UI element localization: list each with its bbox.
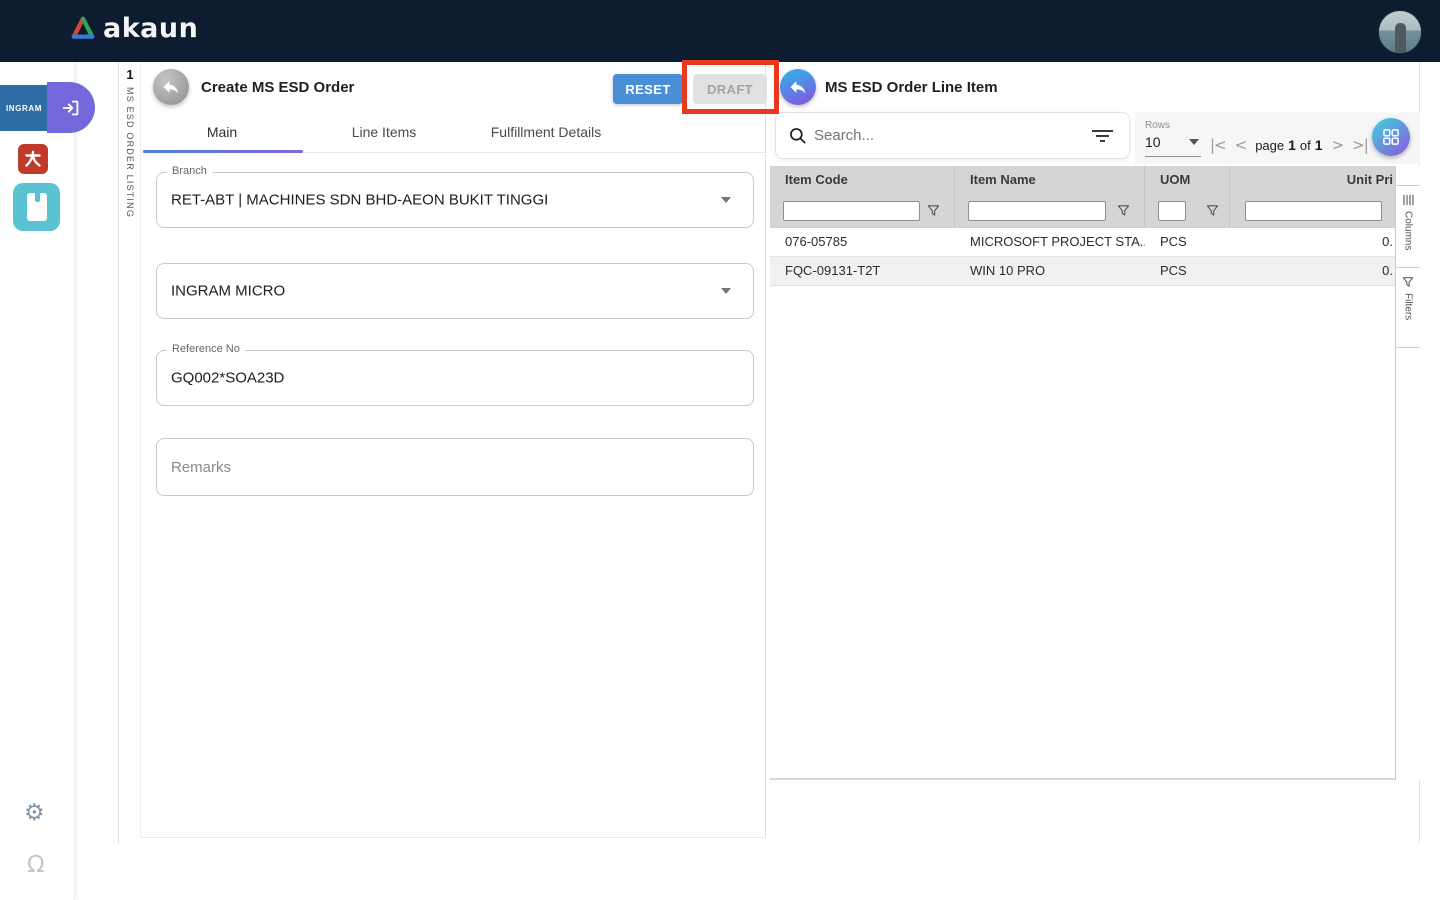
door-app-tile[interactable] xyxy=(13,183,60,231)
cell-item-name: MICROSOFT PROJECT STA... xyxy=(955,228,1145,256)
last-page-icon[interactable]: >| xyxy=(1352,136,1368,154)
dahua-character-icon xyxy=(23,149,43,169)
line-item-panel: MS ESD Order Line Item Rows 10 |< < page… xyxy=(770,62,1420,843)
chevron-down-icon xyxy=(721,197,731,203)
table-row[interactable]: FQC-09131-T2T WIN 10 PRO PCS 0. xyxy=(770,257,1395,286)
filter-funnel-icon xyxy=(1402,276,1414,288)
column-header-item-code[interactable]: Item Code xyxy=(770,166,955,194)
supplier-value: INGRAM MICRO xyxy=(171,283,285,300)
search-box xyxy=(775,112,1130,159)
rows-value: 10 xyxy=(1145,134,1161,150)
pagination: |< < page 1 of 1 > >| xyxy=(1210,132,1368,158)
login-app-tab[interactable] xyxy=(47,82,95,133)
cell-unit-price: 0. xyxy=(1230,228,1395,256)
current-page-number: 1 xyxy=(1288,137,1296,153)
ingram-logo-text: INGRAM xyxy=(6,104,42,113)
layout-grid-button[interactable] xyxy=(1372,118,1410,156)
line-item-back-button[interactable] xyxy=(780,69,816,105)
avatar-photo xyxy=(1395,23,1406,53)
supplier-select[interactable]: INGRAM MICRO xyxy=(156,263,754,319)
first-page-icon[interactable]: |< xyxy=(1210,136,1226,154)
column-header-item-name[interactable]: Item Name xyxy=(955,166,1145,194)
module-vertical-tab[interactable]: 1 MS ESD ORDER LISTING xyxy=(118,62,140,843)
filter-list-icon[interactable] xyxy=(1091,130,1113,142)
reference-no-field[interactable]: Reference No GQ002*SOA23D xyxy=(156,350,754,406)
line-item-header: MS ESD Order Line Item xyxy=(770,62,1419,112)
table-header-row: Item Code Item Name UOM Unit Pri xyxy=(770,166,1395,194)
reset-button[interactable]: RESET xyxy=(613,74,683,104)
branch-select[interactable]: Branch RET-ABT | MACHINES SDN BHD-AEON B… xyxy=(156,172,754,228)
cell-uom: PCS xyxy=(1145,228,1230,256)
table-row[interactable]: 076-05785 MICROSOFT PROJECT STA... PCS 0… xyxy=(770,228,1395,257)
left-icon-rail: INGRAM ⚙ Ω xyxy=(0,62,75,900)
order-tabs: Main Line Items Fulfillment Details xyxy=(141,112,767,153)
topbar: akaun xyxy=(0,0,1440,62)
table-filter-row xyxy=(770,194,1395,228)
filter-input-item-name[interactable] xyxy=(968,201,1106,221)
page-status: page 1 of 1 xyxy=(1255,137,1322,153)
chevron-down-icon xyxy=(1189,139,1199,145)
module-tab-label: MS ESD ORDER LISTING xyxy=(125,87,135,218)
back-arrow-icon xyxy=(161,77,181,97)
cell-uom: PCS xyxy=(1145,257,1230,285)
column-header-uom[interactable]: UOM xyxy=(1145,166,1230,194)
filter-funnel-icon[interactable] xyxy=(1206,204,1219,217)
filters-tab-label: Filters xyxy=(1403,293,1414,320)
cell-item-name: WIN 10 PRO xyxy=(955,257,1145,285)
draft-button[interactable]: DRAFT xyxy=(693,74,767,104)
remarks-field[interactable] xyxy=(156,438,754,496)
rows-label: Rows xyxy=(1145,120,1170,131)
user-avatar[interactable] xyxy=(1378,10,1422,54)
cell-item-code: FQC-09131-T2T xyxy=(770,257,955,285)
tab-fulfillment-details[interactable]: Fulfillment Details xyxy=(465,112,627,152)
profile-person-icon[interactable]: Ω xyxy=(27,852,45,878)
columns-icon xyxy=(1402,194,1415,206)
filters-side-tab[interactable]: Filters xyxy=(1396,268,1420,348)
login-icon xyxy=(60,97,82,119)
back-arrow-icon xyxy=(788,77,808,97)
cell-unit-price: 0. xyxy=(1230,257,1395,285)
akaun-triangle-icon xyxy=(70,15,96,42)
ingram-app-tile[interactable]: INGRAM xyxy=(0,85,48,131)
door-icon xyxy=(27,193,47,221)
remarks-input[interactable] xyxy=(157,439,753,495)
reference-no-label: Reference No xyxy=(167,343,245,355)
dahua-app-tile[interactable] xyxy=(18,144,48,174)
create-order-header: Create MS ESD Order RESET DRAFT xyxy=(141,62,765,112)
grid-icon xyxy=(1381,127,1401,147)
module-tab-count: 1 xyxy=(119,67,141,82)
prev-page-icon[interactable]: < xyxy=(1235,136,1247,154)
column-header-unit-price[interactable]: Unit Pri xyxy=(1230,166,1395,194)
active-tab-indicator xyxy=(143,150,303,153)
filter-funnel-icon[interactable] xyxy=(927,204,940,217)
branch-value: RET-ABT | MACHINES SDN BHD-AEON BUKIT TI… xyxy=(171,192,548,209)
tab-main[interactable]: Main xyxy=(141,112,303,152)
back-button[interactable] xyxy=(153,69,189,105)
filter-input-uom[interactable] xyxy=(1158,201,1186,221)
tab-line-items[interactable]: Line Items xyxy=(303,112,465,152)
filter-funnel-icon[interactable] xyxy=(1117,204,1130,217)
reference-no-value: GQ002*SOA23D xyxy=(171,370,284,387)
settings-gear-icon[interactable]: ⚙ xyxy=(24,800,45,826)
line-item-table: Item Code Item Name UOM Unit Pri xyxy=(770,166,1395,780)
cell-item-code: 076-05785 xyxy=(770,228,955,256)
next-page-icon[interactable]: > xyxy=(1332,136,1344,154)
table-side-strip: Columns Filters xyxy=(1395,166,1420,780)
rows-per-page-select[interactable]: 10 xyxy=(1145,134,1201,157)
page-title: Create MS ESD Order xyxy=(201,79,354,96)
search-icon xyxy=(788,126,808,146)
create-order-panel: Create MS ESD Order RESET DRAFT Main Lin… xyxy=(140,62,766,838)
branch-label: Branch xyxy=(167,165,212,177)
total-pages-number: 1 xyxy=(1315,137,1323,153)
brand-name: akaun xyxy=(103,13,198,44)
line-item-title: MS ESD Order Line Item xyxy=(825,79,998,96)
chevron-down-icon xyxy=(721,288,731,294)
filter-input-item-code[interactable] xyxy=(783,201,920,221)
filter-input-unit-price[interactable] xyxy=(1245,201,1382,221)
brand-logo: akaun xyxy=(70,13,198,44)
search-input[interactable] xyxy=(814,113,1084,158)
columns-tab-label: Columns xyxy=(1403,211,1414,250)
columns-side-tab[interactable]: Columns xyxy=(1396,185,1420,268)
